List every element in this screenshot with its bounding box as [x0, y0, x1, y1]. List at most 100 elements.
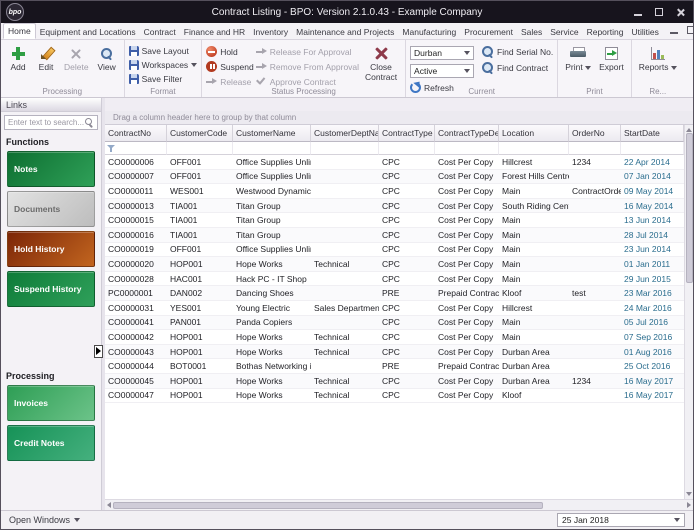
tab-home[interactable]: Home: [3, 23, 36, 39]
cell-contracttypedesc: Cost Per Copy: [435, 316, 499, 331]
minimize-button[interactable]: [633, 7, 643, 17]
scroll-left-icon[interactable]: [107, 502, 111, 508]
cell-contracttype: CPC: [379, 184, 435, 199]
export-button[interactable]: Export: [596, 43, 627, 75]
table-row[interactable]: CO0000045HOP001Hope WorksTechnicalCPCCos…: [105, 374, 684, 389]
find-contract-button[interactable]: Find Contract: [482, 62, 553, 74]
table-row[interactable]: CO0000044BOT0001Bothas Networking incPRE…: [105, 359, 684, 374]
filter-cell-customername[interactable]: [233, 142, 311, 155]
tab-manufacturing[interactable]: Manufacturing: [398, 25, 460, 39]
scroll-right-icon[interactable]: [687, 502, 691, 508]
scroll-up-icon[interactable]: [686, 128, 692, 132]
table-row[interactable]: CO0000019OFF001Office Supplies Unlimited…: [105, 243, 684, 258]
scroll-down-icon[interactable]: [686, 492, 692, 496]
table-row[interactable]: CO0000020HOP001Hope WorksTechnicalCPCCos…: [105, 257, 684, 272]
tab-utilities[interactable]: Utilities: [627, 25, 662, 39]
sidebar-tile-invoices[interactable]: Invoices: [7, 385, 95, 421]
tab-maintenance-and-projects[interactable]: Maintenance and Projects: [292, 25, 398, 39]
group-by-bar[interactable]: Drag a column header here to group by th…: [105, 111, 693, 125]
open-windows-button[interactable]: Open Windows: [9, 515, 80, 525]
tab-inventory[interactable]: Inventory: [249, 25, 292, 39]
save-layout-button[interactable]: Save Layout: [129, 46, 198, 56]
sidebar-tile-hold-history[interactable]: Hold History: [7, 231, 95, 267]
table-row[interactable]: CO0000031YES001Young ElectricSales Depar…: [105, 301, 684, 316]
filter-cell-orderno[interactable]: [569, 142, 621, 155]
table-row[interactable]: CO0000047HOP001Hope WorksTechnicalCPCCos…: [105, 389, 684, 404]
table-row[interactable]: CO0000016TIA001Titan GroupCPCCost Per Co…: [105, 228, 684, 243]
table-row[interactable]: CO0000007OFF001Office Supplies Unlimited…: [105, 170, 684, 185]
find-serial-button[interactable]: Find Serial No.: [482, 46, 553, 58]
column-header-location[interactable]: Location: [499, 125, 569, 142]
table-row[interactable]: CO0000028HAC001Hack PC - IT ShopCPCCost …: [105, 272, 684, 287]
filter-cell-contractno[interactable]: [105, 142, 167, 155]
cell-startdate: 24 Mar 2016: [621, 301, 684, 316]
workspaces-label: Workspaces: [142, 60, 189, 70]
table-row[interactable]: CO0000042HOP001Hope WorksTechnicalCPCCos…: [105, 330, 684, 345]
tab-service[interactable]: Service: [546, 25, 582, 39]
release-button[interactable]: Release: [206, 76, 254, 87]
hold-button[interactable]: Hold: [206, 46, 254, 57]
remove-from-approval-button[interactable]: Remove From Approval: [256, 61, 359, 72]
state-dropdown[interactable]: Active: [410, 64, 474, 78]
suspend-button[interactable]: Suspend: [206, 61, 254, 72]
links-panel-caption[interactable]: Links: [1, 98, 101, 112]
reports-button[interactable]: Reports: [636, 43, 680, 75]
sidebar-tile-documents[interactable]: Documents: [7, 191, 95, 227]
table-row[interactable]: PC0000001DAN002Dancing ShoesPREPrepaid C…: [105, 286, 684, 301]
approve-contract-button[interactable]: Approve Contract: [256, 76, 359, 87]
mdi-restore-button[interactable]: [686, 25, 694, 35]
view-button[interactable]: View: [94, 43, 120, 75]
column-header-contractno[interactable]: ContractNo: [105, 125, 167, 142]
table-row[interactable]: CO0000043HOP001Hope WorksTechnicalCPCCos…: [105, 345, 684, 360]
table-row[interactable]: CO0000015TIA001Titan GroupCPCCost Per Co…: [105, 213, 684, 228]
tab-sales[interactable]: Sales: [517, 25, 546, 39]
table-row[interactable]: CO0000041PAN001Panda CopiersCPCCost Per …: [105, 316, 684, 331]
tab-finance-and-hr[interactable]: Finance and HR: [180, 25, 249, 39]
filter-cell-customerdeptname[interactable]: [311, 142, 379, 155]
column-header-customerdeptname[interactable]: CustomerDeptName: [311, 125, 379, 142]
horizontal-scrollbar[interactable]: [105, 499, 693, 510]
column-header-contracttype[interactable]: ContractType: [379, 125, 435, 142]
filter-cell-contracttypedesc[interactable]: [435, 142, 499, 155]
add-button[interactable]: Add: [5, 43, 31, 75]
filter-funnel-icon[interactable]: [107, 144, 116, 153]
column-header-customername[interactable]: CustomerName: [233, 125, 311, 142]
filter-cell-contracttype[interactable]: [379, 142, 435, 155]
filter-cell-customercode[interactable]: [167, 142, 233, 155]
sidebar-tile-suspend-history[interactable]: Suspend History: [7, 271, 95, 307]
tab-contract[interactable]: Contract: [140, 25, 180, 39]
tab-reporting[interactable]: Reporting: [583, 25, 628, 39]
sidebar-search-input[interactable]: [8, 118, 85, 127]
tab-equipment-and-locations[interactable]: Equipment and Locations: [36, 25, 140, 39]
workspaces-button[interactable]: Workspaces: [129, 60, 198, 70]
release-for-approval-button[interactable]: Release For Approval: [256, 46, 359, 57]
vertical-scroll-thumb[interactable]: [686, 133, 693, 283]
column-header-customercode[interactable]: CustomerCode: [167, 125, 233, 142]
mdi-minimize-button[interactable]: [669, 25, 679, 35]
table-row[interactable]: CO0000006OFF001Office Supplies Unlimited…: [105, 155, 684, 170]
delete-icon: [70, 48, 82, 60]
column-header-startdate[interactable]: StartDate: [621, 125, 684, 142]
date-field[interactable]: 25 Jan 2018: [557, 513, 685, 527]
edit-button[interactable]: Edit: [33, 43, 59, 75]
cell-customerdeptname: Technical: [311, 330, 379, 345]
column-header-contracttypedesc[interactable]: ContractTypeDesc: [435, 125, 499, 142]
sidebar-tile-notes[interactable]: Notes: [7, 151, 95, 187]
delete-button[interactable]: Delete: [61, 43, 92, 75]
cell-orderno: [569, 272, 621, 287]
table-row[interactable]: CO0000011WES001Westwood DynamicCPCCost P…: [105, 184, 684, 199]
vertical-scrollbar[interactable]: [684, 125, 693, 499]
filter-cell-startdate[interactable]: [621, 142, 684, 155]
close-button[interactable]: [675, 7, 685, 17]
column-header-orderno[interactable]: OrderNo: [569, 125, 621, 142]
sidebar-tile-credit-notes[interactable]: Credit Notes: [7, 425, 95, 461]
save-filter-button[interactable]: Save Filter: [129, 74, 198, 84]
tab-procurement[interactable]: Procurement: [460, 25, 517, 39]
print-button[interactable]: Print: [562, 43, 594, 75]
filter-cell-location[interactable]: [499, 142, 569, 155]
maximize-button[interactable]: [654, 7, 664, 17]
table-row[interactable]: CO0000013TIA001Titan GroupCPCCost Per Co…: [105, 199, 684, 214]
horizontal-scroll-thumb[interactable]: [113, 502, 543, 509]
site-dropdown[interactable]: Durban: [410, 46, 474, 60]
close-contract-button[interactable]: Close Contract: [361, 43, 401, 85]
